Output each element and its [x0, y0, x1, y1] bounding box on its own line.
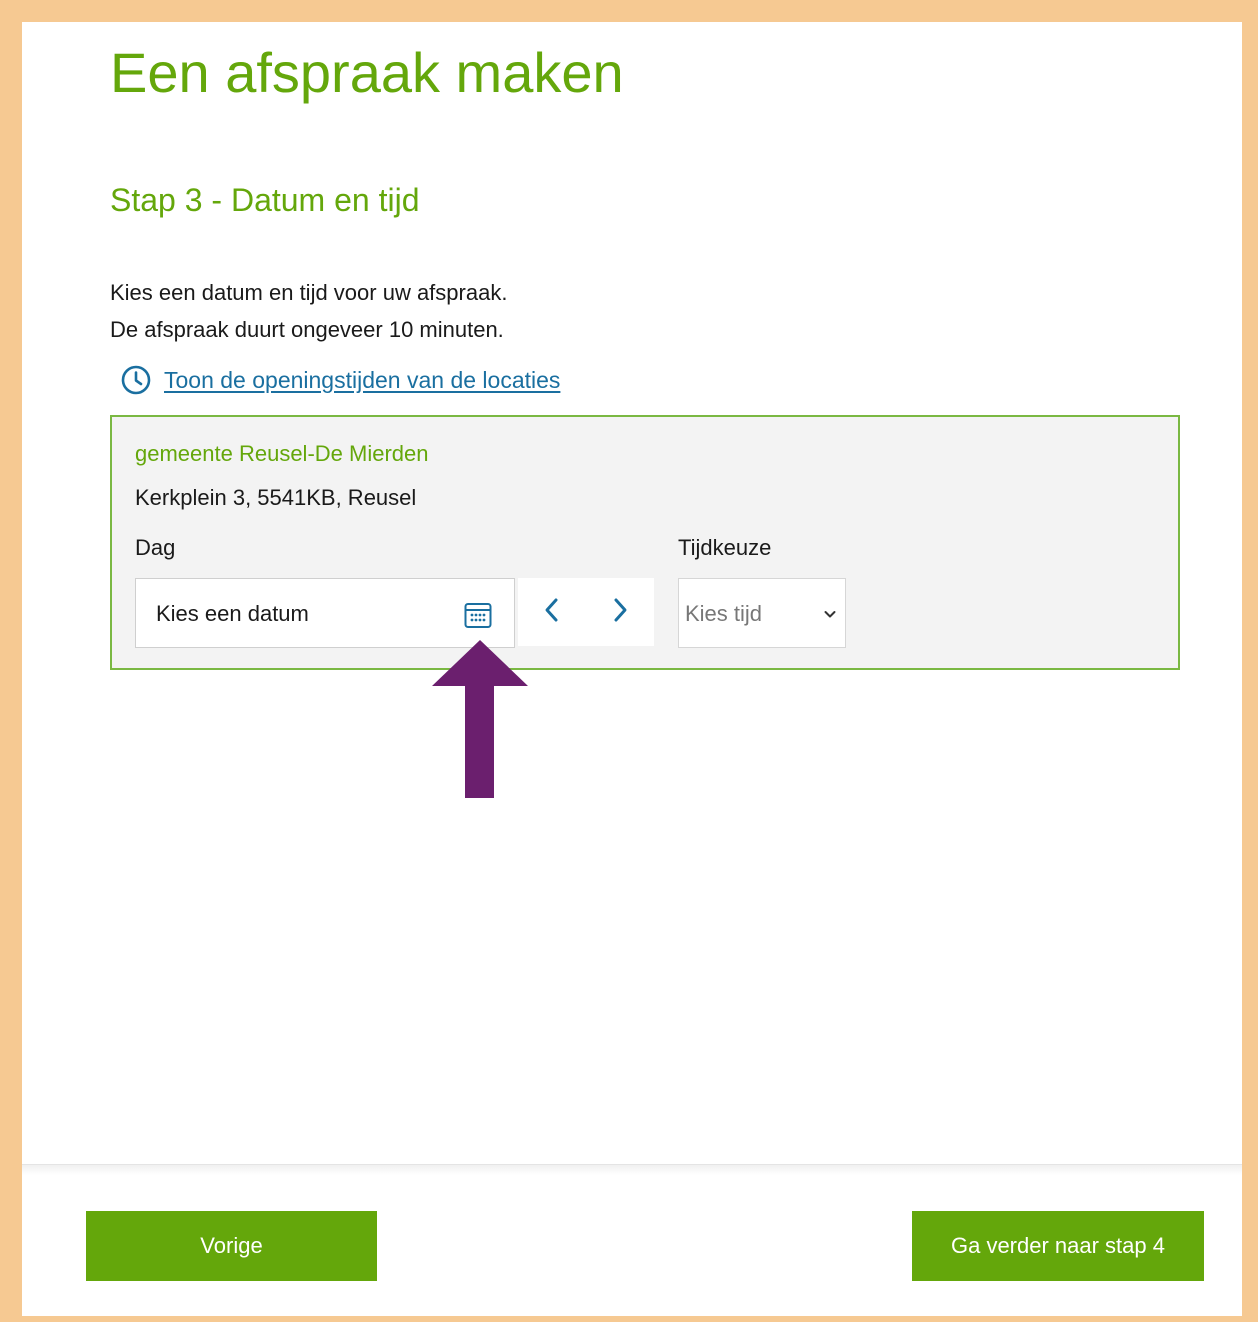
next-step-button[interactable]: Ga verder naar stap 4	[912, 1211, 1204, 1281]
intro-text: Kies een datum en tijd voor uw afspraak.…	[110, 274, 507, 348]
date-input-placeholder: Kies een datum	[156, 601, 309, 626]
page-title: Een afspraak maken	[110, 41, 624, 104]
previous-day-button[interactable]	[518, 578, 586, 646]
footer-divider	[22, 1164, 1242, 1175]
next-day-button[interactable]	[586, 578, 654, 646]
opening-hours-link[interactable]: Toon de openingstijden van de locaties	[120, 364, 560, 396]
calendar-icon[interactable]	[462, 599, 494, 631]
time-select-value: Kies tijd	[685, 601, 763, 626]
arrow-up-icon	[432, 640, 528, 798]
previous-button[interactable]: Vorige	[86, 1211, 377, 1281]
location-address: Kerkplein 3, 5541KB, Reusel	[135, 485, 417, 510]
day-label: Dag	[135, 535, 176, 560]
time-label: Tijdkeuze	[678, 535, 772, 560]
intro-line-2: De afspraak duurt ongeveer 10 minuten.	[110, 317, 504, 342]
step-title: Stap 3 - Datum en tijd	[110, 182, 420, 218]
chevron-down-icon	[823, 607, 837, 621]
clock-icon	[120, 364, 152, 396]
page: Een afspraak maken Stap 3 - Datum en tij…	[22, 22, 1242, 1316]
location-card: gemeente Reusel-De Mierden Kerkplein 3, …	[110, 415, 1180, 670]
chevron-left-icon	[541, 596, 563, 629]
time-select[interactable]: Kies tijd	[678, 578, 846, 648]
chevron-right-icon	[609, 596, 631, 629]
location-name: gemeente Reusel-De Mierden	[135, 441, 429, 466]
opening-hours-link-label[interactable]: Toon de openingstijden van de locaties	[164, 367, 560, 394]
date-input[interactable]: Kies een datum	[135, 578, 515, 648]
intro-line-1: Kies een datum en tijd voor uw afspraak.	[110, 280, 508, 305]
